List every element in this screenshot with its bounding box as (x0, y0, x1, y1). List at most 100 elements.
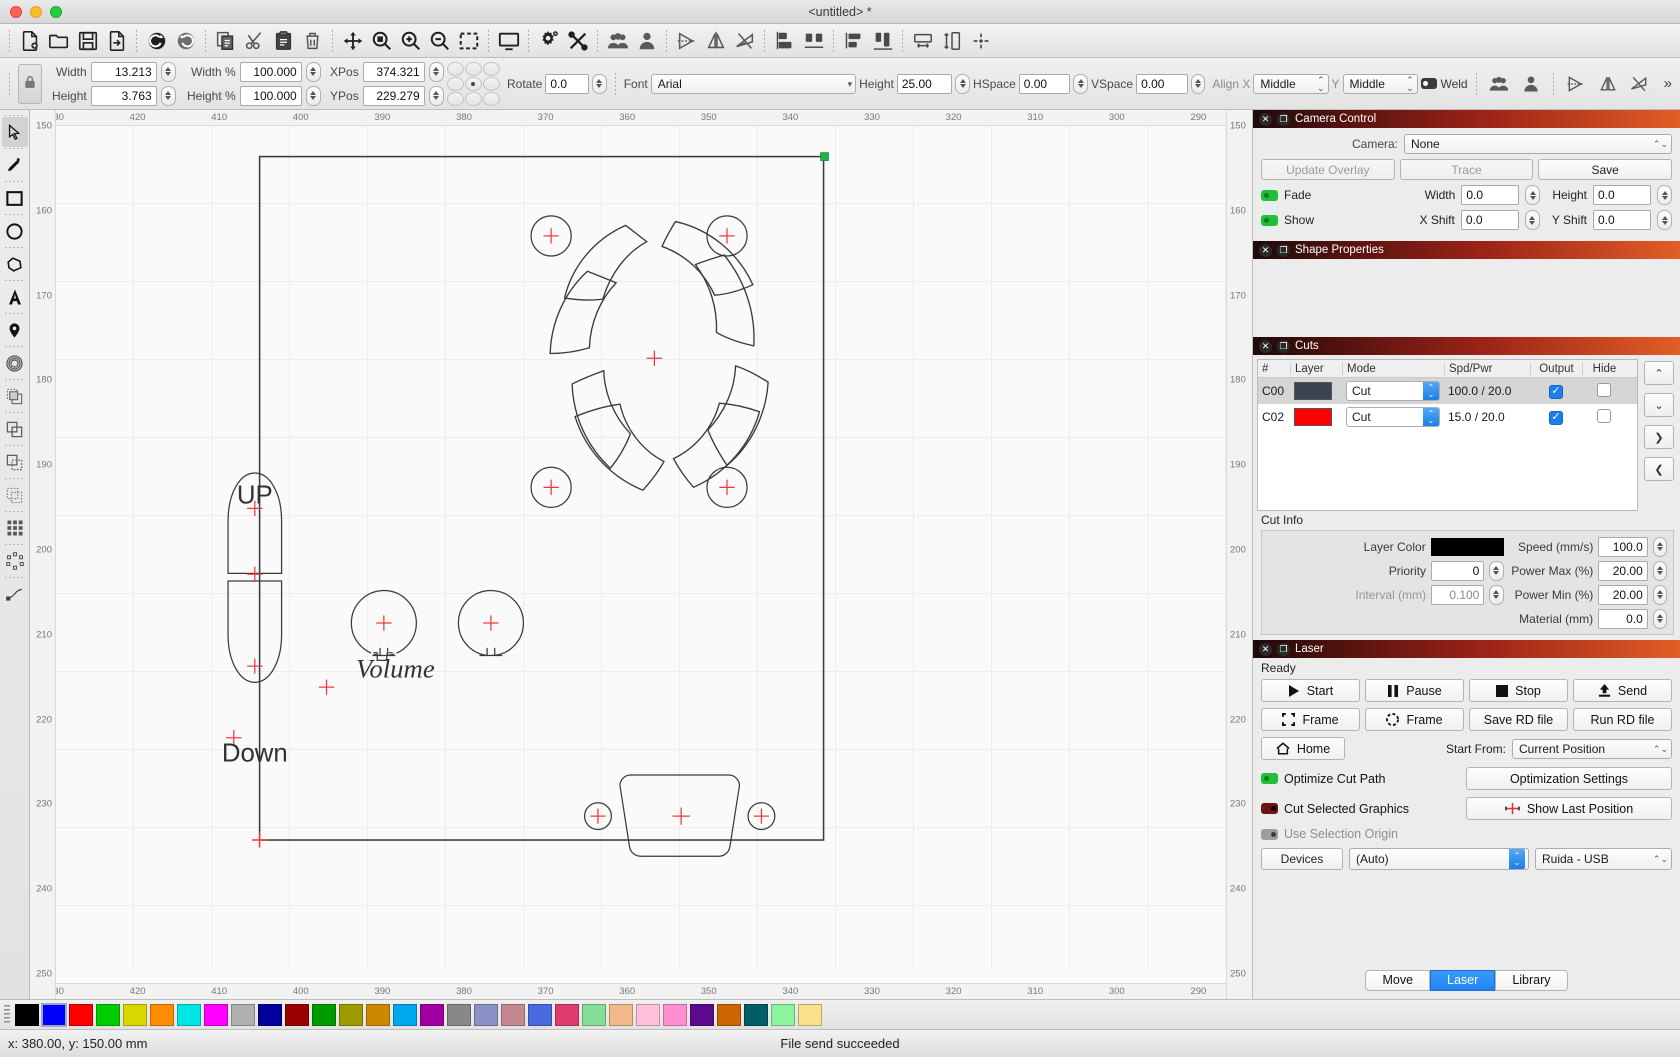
interval-input[interactable]: 0.100 (1431, 584, 1485, 605)
boolean-union-tool[interactable] (2, 381, 28, 411)
palette-color-0[interactable] (15, 1003, 39, 1026)
stop-button[interactable]: Stop (1469, 679, 1568, 702)
table-row[interactable]: C02 Cut ⌃ ⌄ 15.0 / 20.0 ✓ (1258, 404, 1637, 430)
fade-toggle[interactable] (1261, 189, 1278, 201)
row-hide-checkbox[interactable] (1582, 408, 1626, 426)
show-last-position-button[interactable]: Show Last Position (1466, 797, 1672, 820)
pause-button[interactable]: Pause (1365, 679, 1464, 702)
cut-icon[interactable] (240, 26, 269, 55)
polygon-tool[interactable] (2, 249, 28, 279)
ungroup-icon[interactable] (1516, 69, 1545, 98)
camera-save-button[interactable]: Save (1538, 159, 1673, 180)
optimization-settings-button[interactable]: Optimization Settings (1466, 767, 1672, 790)
move-right-icon[interactable]: ❯ (1644, 425, 1674, 449)
group-icon[interactable] (603, 26, 632, 55)
save-rd-file-button[interactable]: Save RD file (1469, 708, 1568, 731)
minimize-window-button[interactable] (30, 5, 42, 18)
laser-panel-header[interactable]: ✕ ❐ Laser (1253, 640, 1680, 658)
frame-preview-icon[interactable] (494, 26, 523, 55)
new-file-icon[interactable] (15, 26, 44, 55)
device-settings-icon[interactable] (563, 26, 592, 55)
power-max-input[interactable]: 20.00 (1598, 560, 1648, 581)
show-toggle[interactable] (1261, 214, 1278, 226)
palette-color-18[interactable] (501, 1003, 525, 1026)
tab-library[interactable]: Library (1495, 969, 1568, 991)
hspace-stepper[interactable] (1073, 73, 1089, 94)
cuts-reorder-buttons[interactable]: ⌃ ⌄ ❯ ❮ (1644, 359, 1674, 511)
palette-color-7[interactable] (204, 1003, 228, 1026)
connection-select[interactable]: Ruida - USB ⌃⌄ (1535, 848, 1672, 870)
rotate-icon[interactable] (730, 26, 759, 55)
palette-color-27[interactable] (744, 1003, 768, 1026)
center-origin-icon[interactable] (966, 26, 995, 55)
copy-icon[interactable] (211, 26, 240, 55)
vspace-input[interactable]: 0.00 (1136, 73, 1188, 94)
anchor-middle-left[interactable] (446, 76, 464, 91)
float-panel-icon[interactable]: ❐ (1277, 243, 1290, 257)
window-controls[interactable] (0, 5, 62, 18)
row-layer-color[interactable] (1290, 382, 1342, 400)
camera-panel-header[interactable]: ✕ ❐ Camera Control (1253, 110, 1680, 128)
anchor-bottom-left[interactable] (446, 91, 464, 106)
ypos-input[interactable]: 229.279 (362, 85, 425, 106)
font-select[interactable]: Arial ▾ (650, 73, 857, 94)
palette-color-13[interactable] (366, 1003, 390, 1026)
camera-height-input[interactable]: 0.0 (1593, 185, 1651, 205)
height-percent-input[interactable]: 100.000 (239, 85, 302, 106)
size-fields[interactable]: Width 13.213 Width % 100.000 XPos 374.32… (45, 61, 444, 106)
node-edit-tool[interactable] (2, 579, 28, 609)
palette-color-10[interactable] (285, 1003, 309, 1026)
distribute-h-icon[interactable] (908, 26, 937, 55)
height-input[interactable]: 3.763 (90, 85, 157, 106)
palette-color-3[interactable] (96, 1003, 120, 1026)
table-row[interactable]: C00 Cut ⌃ ⌄ 100.0 / 20.0 ✓ (1258, 378, 1637, 404)
grid-array-tool[interactable] (2, 513, 28, 543)
optimize-cut-path-toggle[interactable] (1261, 773, 1278, 784)
start-from-select[interactable]: Current Position ⌃⌄ (1512, 738, 1672, 759)
rotate-icon[interactable] (1625, 69, 1654, 98)
move-icon[interactable] (338, 26, 367, 55)
toolbar-overflow-button[interactable]: » (1660, 75, 1676, 92)
palette-color-12[interactable] (339, 1003, 363, 1026)
height-stepper[interactable] (160, 85, 176, 106)
map-pin-icon[interactable] (2, 315, 28, 345)
align-y-select[interactable]: Middle ⌃ ⌄ (1342, 73, 1418, 94)
row-output-checkbox[interactable]: ✓ (1530, 383, 1582, 399)
laser-frame-buttons[interactable]: Frame Frame Save RD file Run RD file (1261, 708, 1672, 731)
xshift-stepper[interactable] (1524, 210, 1540, 230)
object-properties-bar[interactable]: Width 13.213 Width % 100.000 XPos 374.32… (0, 58, 1680, 110)
camera-select[interactable]: None ⌃⌄ (1404, 134, 1672, 154)
row-mode-select[interactable]: Cut ⌃ ⌄ (1342, 407, 1444, 427)
close-icon[interactable]: ✕ (1259, 112, 1272, 126)
palette-color-6[interactable] (177, 1003, 201, 1026)
row-layer-color[interactable] (1290, 408, 1342, 426)
palette-color-29[interactable] (798, 1003, 822, 1026)
move-down-icon[interactable]: ⌄ (1644, 393, 1674, 417)
use-selection-origin-toggle[interactable] (1261, 828, 1278, 840)
zoom-out-icon[interactable] (425, 26, 454, 55)
camera-height-stepper[interactable] (1657, 185, 1672, 205)
device-select[interactable]: (Auto) ⌃ ⌄ (1349, 848, 1529, 870)
boolean-subtract-tool[interactable] (2, 447, 28, 477)
cuts-table[interactable]: # Layer Mode Spd/Pwr Output Hide C00 Cut… (1257, 359, 1638, 511)
palette-color-26[interactable] (717, 1003, 741, 1026)
send-button[interactable]: Send (1573, 679, 1672, 702)
circular-array-tool[interactable] (2, 546, 28, 576)
speed-stepper[interactable] (1652, 536, 1667, 557)
anchor-middle-right[interactable] (482, 76, 500, 91)
offset-tool[interactable] (2, 348, 28, 378)
palette-color-16[interactable] (447, 1003, 471, 1026)
close-icon[interactable]: ✕ (1259, 339, 1272, 353)
ypos-stepper[interactable] (428, 85, 444, 106)
zoom-fit-icon[interactable] (367, 26, 396, 55)
update-overlay-button[interactable]: Update Overlay (1261, 159, 1395, 180)
color-palette[interactable] (0, 999, 1680, 1029)
align-center-icon[interactable] (799, 26, 828, 55)
laser-panel-tabs[interactable]: Move Laser Library (1261, 967, 1672, 993)
cuts-panel-header[interactable]: ✕ ❐ Cuts (1253, 337, 1680, 355)
weld-toggle[interactable] (1420, 78, 1438, 89)
move-up-icon[interactable]: ⌃ (1644, 361, 1674, 385)
palette-color-9[interactable] (258, 1003, 282, 1026)
export-icon[interactable] (102, 26, 131, 55)
shape-panel-header[interactable]: ✕ ❐ Shape Properties (1253, 241, 1680, 259)
